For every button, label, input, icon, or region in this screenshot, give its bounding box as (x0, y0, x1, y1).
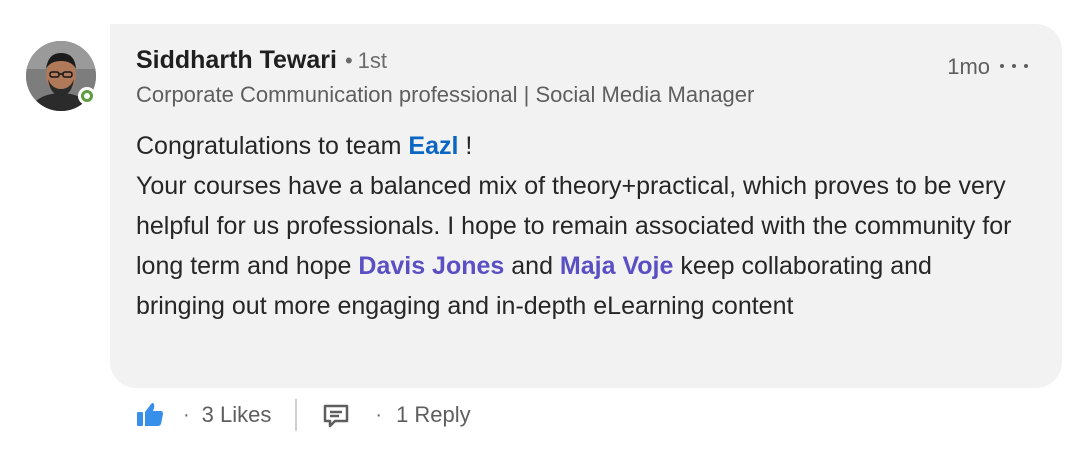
actions-divider (295, 399, 298, 431)
comment-actions-bar: · 3 Likes · 1 Reply (135, 396, 471, 434)
comment-body: Congratulations to team Eazl ! Your cour… (136, 126, 1016, 326)
reply-count[interactable]: 1 Reply (396, 402, 471, 428)
body-text-segment: Congratulations to team (136, 132, 409, 160)
author-row: Siddharth Tewari • 1st (136, 46, 387, 75)
degree-separator: • (344, 48, 353, 73)
person-mention-link[interactable]: Maja Voje (560, 252, 673, 280)
comment-timestamp: 1mo (947, 54, 990, 79)
person-mention-link[interactable]: Davis Jones (358, 252, 504, 280)
likes-separator: · (183, 403, 190, 426)
presence-dot (81, 90, 93, 102)
connection-degree: 1st (357, 48, 388, 73)
online-status-indicator (78, 87, 96, 105)
author-name[interactable]: Siddharth Tewari (136, 46, 337, 75)
comment-paragraph-2: Your courses have a balanced mix of theo… (136, 166, 1016, 326)
body-text-segment: ! (458, 132, 473, 160)
likes-count[interactable]: 3 Likes (202, 402, 272, 428)
thumbs-up-icon[interactable] (135, 400, 165, 430)
reply-separator: · (375, 403, 383, 426)
company-mention-link[interactable]: Eazl (408, 132, 458, 160)
comment-bubble: Siddharth Tewari • 1st Corporate Communi… (110, 24, 1062, 388)
comment-item: Siddharth Tewari • 1st Corporate Communi… (0, 0, 1082, 456)
comment-line-1: Congratulations to team Eazl ! (136, 126, 1016, 166)
body-text-segment: and (504, 252, 560, 280)
author-headline: Corporate Communication professional | S… (136, 82, 755, 107)
author-avatar[interactable] (26, 41, 96, 111)
more-options-ellipsis-icon[interactable] (1000, 60, 1028, 72)
comment-icon[interactable] (321, 400, 351, 430)
